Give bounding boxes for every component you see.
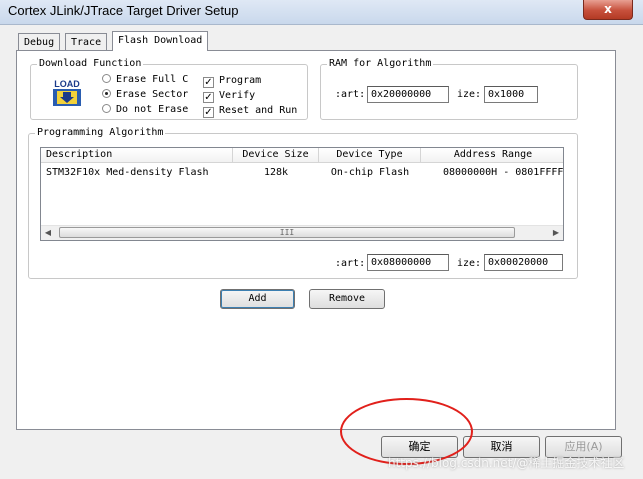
cell-description: STM32F10x Med-density Flash — [46, 167, 209, 178]
radio-indicator — [102, 104, 111, 113]
cell-device-type: On-chip Flash — [330, 167, 410, 178]
do-not-erase-label: Do not Erase — [116, 104, 189, 115]
column-header-device-size[interactable]: Device Size — [233, 148, 319, 163]
load-icon: LOAD — [51, 78, 83, 108]
cell-device-size: 128k — [263, 167, 289, 178]
ram-start-field[interactable]: 0x20000000 — [367, 86, 449, 103]
close-button[interactable]: x — [583, 0, 633, 20]
algorithm-list[interactable]: Description Device Size Device Type Addr… — [40, 147, 564, 241]
program-label: Program — [219, 75, 262, 86]
program-checkbox[interactable]: ✓ Program — [203, 74, 261, 88]
scroll-thumb[interactable]: III — [59, 227, 515, 238]
column-header-description[interactable]: Description — [41, 148, 233, 163]
tab-debug-label: Debug — [24, 37, 55, 48]
tab-flash-download-label: Flash Download — [118, 35, 203, 46]
scroll-right-icon[interactable]: ▶ — [549, 226, 563, 240]
scroll-grip-icon: III — [279, 228, 295, 237]
check-icon: ✓ — [203, 92, 214, 103]
flash-size-field[interactable]: 0x00020000 — [484, 254, 563, 271]
radio-indicator — [102, 74, 111, 83]
flash-start-field[interactable]: 0x08000000 — [367, 254, 449, 271]
close-icon: x — [604, 2, 612, 16]
flash-start-label: :art: — [335, 258, 366, 269]
ram-size-field[interactable]: 0x1000 — [484, 86, 538, 103]
svg-text:LOAD: LOAD — [54, 79, 80, 89]
ram-size-label: ize: — [457, 89, 482, 100]
erase-full-chip-radio[interactable]: Erase Full C — [102, 73, 188, 86]
check-icon: ✓ — [203, 107, 214, 118]
column-header-device-type[interactable]: Device Type — [319, 148, 421, 163]
verify-checkbox[interactable]: ✓ Verify — [203, 89, 255, 103]
ram-start-label: :art: — [335, 89, 366, 100]
window-title: Cortex JLink/JTrace Target Driver Setup — [8, 3, 239, 18]
watermark-text: https://blog.csdn.net/@稀土掘金技术社区 — [388, 456, 625, 470]
reset-and-run-checkbox[interactable]: ✓ Reset and Run — [203, 104, 297, 118]
tab-debug[interactable]: Debug — [18, 33, 61, 51]
cell-address-range: 08000000H - 0801FFFF — [443, 167, 563, 178]
add-button[interactable]: Add — [220, 289, 295, 309]
programming-algorithm-title: Programming Algorithm — [35, 127, 166, 139]
erase-sector-label: Erase Sector — [116, 89, 189, 100]
erase-sector-radio[interactable]: Erase Sector — [102, 88, 188, 101]
remove-button[interactable]: Remove — [309, 289, 385, 309]
tab-trace[interactable]: Trace — [65, 33, 108, 51]
column-header-address-range[interactable]: Address Range — [421, 148, 563, 163]
reset-and-run-label: Reset and Run — [219, 105, 298, 116]
ram-for-algorithm-title: RAM for Algorithm — [327, 58, 434, 70]
radio-indicator-selected — [102, 89, 111, 98]
title-bar: Cortex JLink/JTrace Target Driver Setup … — [0, 0, 643, 25]
check-icon: ✓ — [203, 77, 214, 88]
scroll-left-icon[interactable]: ◀ — [41, 226, 55, 240]
tab-trace-label: Trace — [71, 37, 102, 48]
erase-full-chip-label: Erase Full C — [116, 74, 189, 85]
flash-size-label: ize: — [457, 258, 482, 269]
download-function-title: Download Function — [37, 58, 144, 70]
horizontal-scrollbar[interactable]: ◀ III ▶ — [41, 225, 563, 240]
do-not-erase-radio[interactable]: Do not Erase — [102, 103, 188, 116]
verify-label: Verify — [219, 90, 256, 101]
tab-flash-download[interactable]: Flash Download — [112, 31, 209, 51]
